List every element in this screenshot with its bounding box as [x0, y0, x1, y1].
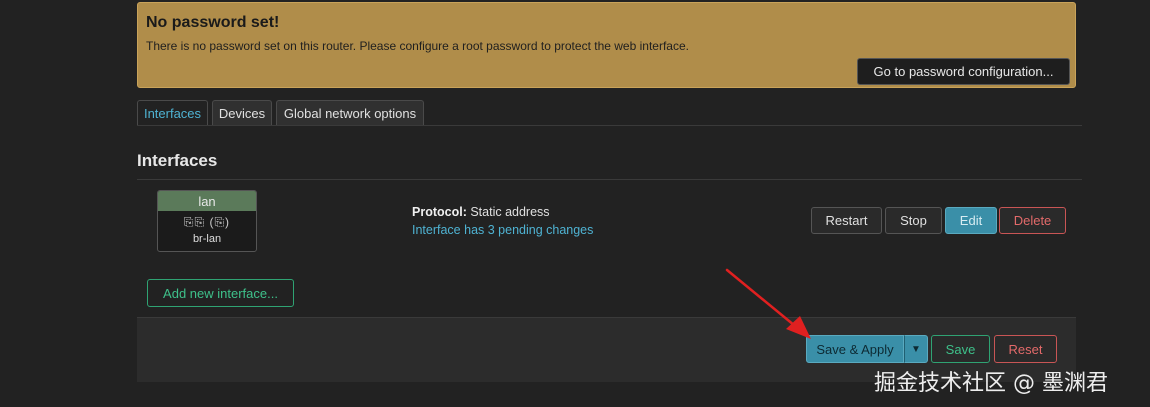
- interface-badge-lan: lan ⎘⎘ (⎘) br-lan: [157, 190, 257, 252]
- tab-interfaces[interactable]: Interfaces: [137, 100, 208, 126]
- watermark: 掘金技术社区 @ 墨渊君: [874, 371, 1108, 396]
- banner-title: No password set!: [146, 14, 280, 31]
- protocol-value: Static address: [470, 205, 550, 219]
- interface-name: lan: [158, 191, 256, 211]
- add-interface-button[interactable]: Add new interface...: [147, 279, 294, 307]
- reset-button[interactable]: Reset: [994, 335, 1057, 363]
- delete-button[interactable]: Delete: [999, 207, 1066, 234]
- save-apply-button[interactable]: Save & Apply: [806, 335, 904, 363]
- stop-button[interactable]: Stop: [885, 207, 942, 234]
- protocol-info: Protocol: Static address: [412, 205, 550, 219]
- no-password-banner: No password set! There is no password se…: [137, 2, 1076, 88]
- section-divider: [137, 179, 1082, 180]
- banner-text: There is no password set on this router.…: [146, 39, 689, 53]
- tab-divider: [137, 125, 1082, 126]
- tab-devices[interactable]: Devices: [212, 100, 272, 126]
- edit-button[interactable]: Edit: [945, 207, 997, 234]
- caret-down-icon: ▼: [911, 343, 921, 355]
- password-config-button[interactable]: Go to password configuration...: [857, 58, 1070, 85]
- interface-device: br-lan: [192, 233, 222, 245]
- save-apply-dropdown[interactable]: ▼: [904, 335, 928, 363]
- restart-button[interactable]: Restart: [811, 207, 882, 234]
- pending-changes-link[interactable]: Interface has 3 pending changes: [412, 223, 593, 237]
- protocol-label: Protocol:: [412, 205, 467, 219]
- tab-global-network-options[interactable]: Global network options: [276, 100, 424, 126]
- ethernet-port-icon: ⎘⎘ (⎘): [183, 215, 231, 229]
- save-button[interactable]: Save: [931, 335, 990, 363]
- section-title: Interfaces: [137, 151, 218, 170]
